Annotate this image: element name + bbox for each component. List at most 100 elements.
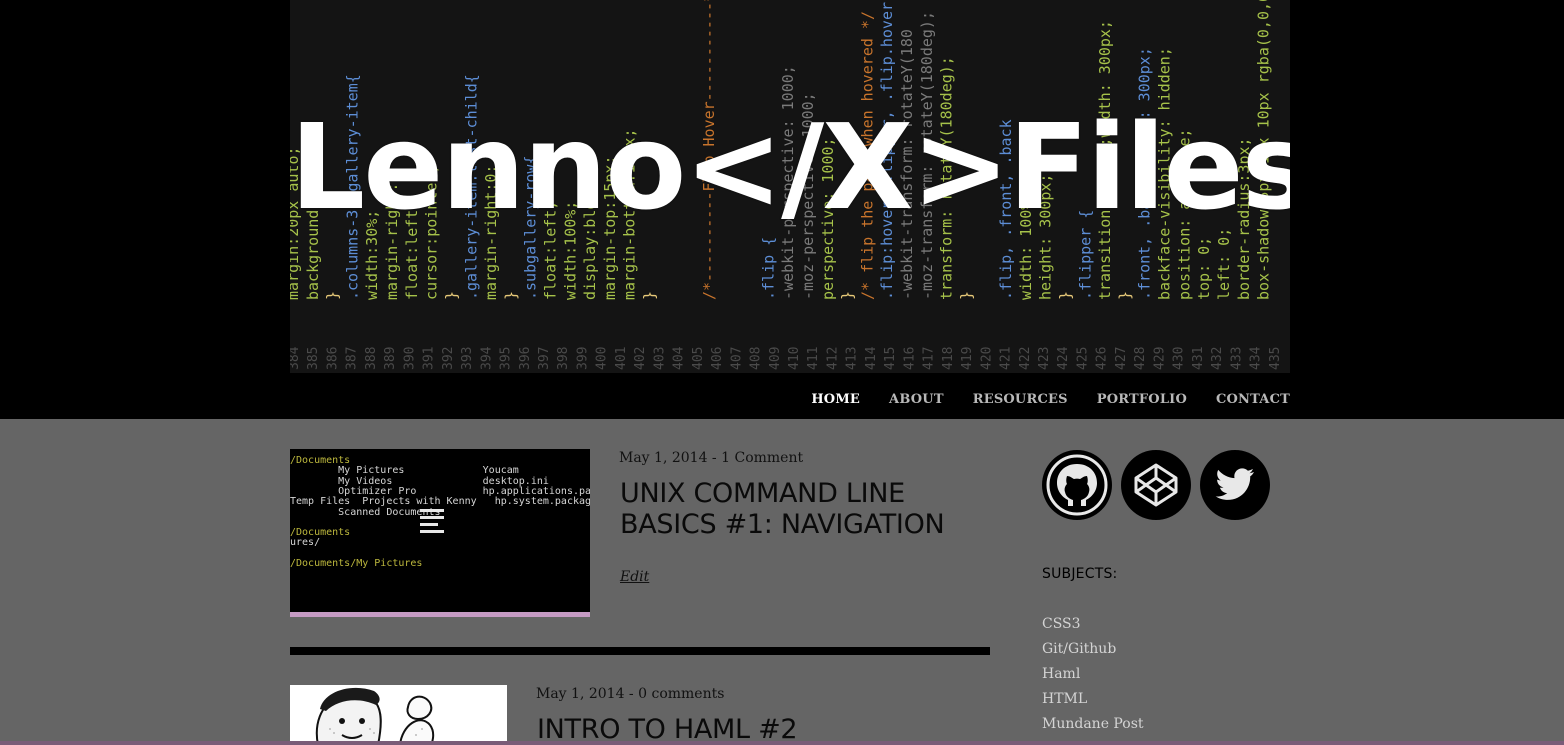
line-number: 424 [1056, 346, 1071, 370]
terminal-line: /Documents/My Pictures [290, 558, 423, 569]
line-number: 415 [883, 347, 898, 370]
post-title[interactable]: UNIX COMMAND LINE BASICS #1: NAVIGATION [620, 478, 980, 540]
line-number: 430 [1172, 347, 1187, 370]
line-number: 433 [1229, 347, 1244, 370]
standard-post-format-icon [420, 509, 444, 533]
line-number: 421 [999, 347, 1014, 370]
line-number: 389 [383, 347, 398, 370]
terminal-line: ures/ [290, 537, 321, 549]
line-number: 420 [979, 347, 994, 370]
post-comments-link[interactable]: 0 comments [638, 686, 724, 702]
line-number: 388 [364, 347, 379, 370]
post-date[interactable]: May 1, 2014 [619, 450, 707, 466]
line-number: 412 [825, 347, 840, 370]
line-number: 429 [1152, 347, 1167, 370]
line-number: 431 [1191, 347, 1206, 370]
line-number: 403 [652, 347, 667, 370]
line-number: 419 [960, 347, 975, 370]
terminal-line: Scanned Documents [290, 506, 441, 518]
code-line: } [442, 291, 460, 300]
code-line: top: 0; [1195, 237, 1213, 300]
line-number: 402 [633, 347, 648, 370]
post-meta: May 1, 2014 - 0 comments [536, 686, 724, 702]
nav-about[interactable]: ABOUT [889, 392, 944, 407]
header-banner: margin:20px auto; background:#f1f2f3;} .co… [290, 0, 1290, 373]
nav-resources[interactable]: RESOURCES [973, 392, 1068, 407]
nav-home[interactable]: HOME [811, 392, 860, 407]
meta-separator: - [707, 450, 722, 466]
line-number: 405 [691, 347, 706, 370]
code-line: } [502, 291, 520, 300]
post-comments-link[interactable]: 1 Comment [721, 450, 803, 466]
twitter-link[interactable] [1200, 450, 1270, 520]
github-icon [1046, 454, 1108, 516]
code-line: .flip { [759, 237, 777, 300]
comic-illustration [290, 685, 507, 745]
line-number: 404 [672, 346, 687, 370]
post-date[interactable]: May 1, 2014 [536, 686, 624, 702]
line-number: 409 [768, 347, 783, 370]
code-line: left: 0; [1215, 228, 1233, 300]
subject-link[interactable]: HTML [1042, 687, 1144, 712]
subject-link[interactable]: Git/Github [1042, 637, 1144, 662]
line-number: 384 [290, 346, 302, 370]
terminal-line: Temp Files Projects with Kenny hp.system… [290, 496, 590, 508]
line-number: 432 [1210, 347, 1225, 370]
line-number: 393 [460, 347, 475, 370]
line-number: 392 [441, 347, 456, 370]
subject-link[interactable]: CSS3 [1042, 612, 1144, 637]
nav-contact[interactable]: CONTACT [1216, 392, 1290, 407]
terminal-line: /Documents [290, 527, 351, 539]
code-line: } [957, 291, 975, 300]
code-line: } [641, 291, 659, 300]
line-number: 418 [941, 347, 956, 370]
line-number: 434 [1249, 346, 1264, 370]
line-number: 411 [806, 347, 821, 370]
post-meta: May 1, 2014 - 1 Comment [619, 450, 803, 466]
code-line: } [324, 291, 342, 300]
line-number: 428 [1133, 347, 1148, 370]
post-thumbnail-terminal[interactable]: /Documents/My Pictures ures//Documents Sc… [290, 449, 590, 617]
line-number: 423 [1037, 347, 1052, 370]
subjects-list: CSS3 Git/Github Haml HTML Mundane Post [1042, 612, 1144, 737]
subject-link[interactable]: Haml [1042, 662, 1144, 687]
line-number: 414 [864, 346, 879, 370]
meta-separator: - [624, 686, 639, 702]
line-number: 386 [325, 347, 340, 370]
line-number: 385 [306, 347, 321, 370]
code-line: } [1057, 291, 1075, 300]
line-number: 425 [1075, 347, 1090, 370]
code-line: } [839, 291, 857, 300]
codepen-link[interactable] [1121, 450, 1191, 520]
terminal-line: My Videos desktop.ini [290, 475, 549, 487]
twitter-icon [1215, 468, 1254, 500]
line-number: 390 [402, 347, 417, 370]
line-number: 391 [422, 347, 437, 370]
github-link[interactable] [1042, 450, 1112, 520]
line-number: 408 [749, 347, 764, 370]
line-number: 394 [479, 346, 494, 370]
bottom-scroll-bar [0, 741, 1564, 745]
line-number: 422 [1018, 347, 1033, 370]
site-title[interactable]: Lenno</X>Files [290, 108, 1290, 226]
line-number: 398 [556, 347, 571, 370]
post-thumbnail-comic[interactable] [290, 685, 507, 745]
edit-link[interactable]: Edit [620, 569, 649, 585]
line-number: 413 [845, 347, 860, 370]
post-separator [290, 647, 990, 655]
line-number: 435 [1268, 347, 1283, 370]
line-number: 406 [710, 347, 725, 370]
terminal-line: /Documents [290, 455, 351, 466]
subjects-heading: SUBJECTS: [1042, 566, 1118, 582]
line-number: 399 [575, 347, 590, 370]
line-number: 407 [729, 347, 744, 370]
line-number: 396 [518, 347, 533, 370]
line-number: 410 [787, 347, 802, 370]
line-number: 401 [614, 347, 629, 370]
line-number: 417 [922, 347, 937, 370]
line-number: 400 [595, 347, 610, 370]
line-number: 426 [1095, 347, 1110, 370]
nav-portfolio[interactable]: PORTFOLIO [1097, 392, 1187, 407]
codepen-icon [1134, 463, 1178, 507]
subject-link[interactable]: Mundane Post [1042, 712, 1144, 737]
